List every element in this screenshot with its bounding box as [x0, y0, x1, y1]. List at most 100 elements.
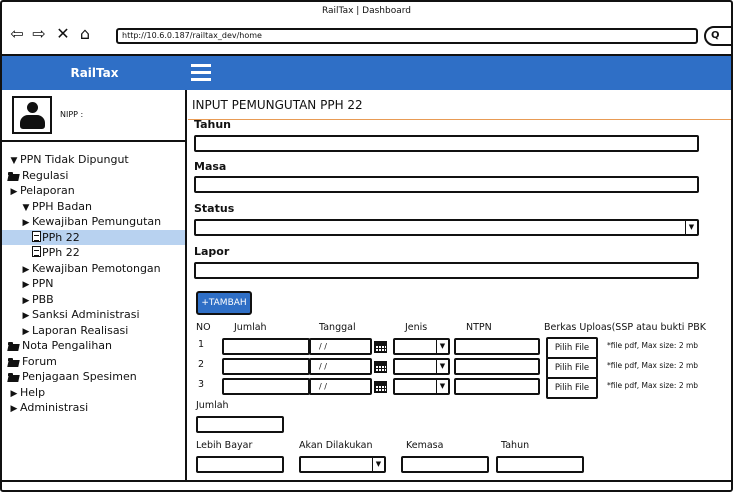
top-bar: [187, 56, 731, 90]
choose-file-button[interactable]: Pilih File: [546, 337, 598, 359]
status-label: Status: [194, 202, 235, 215]
sidebar-item[interactable]: PPh 22: [2, 229, 185, 245]
choose-file-button[interactable]: Pilih File: [546, 377, 598, 399]
sidebar-item-label: Kewajiban Pemotongan: [32, 261, 161, 275]
jumlah-input[interactable]: [222, 358, 310, 375]
tanggal-input[interactable]: / /: [309, 378, 372, 395]
tambah-button[interactable]: +TAMBAH: [196, 291, 252, 315]
page-title: INPUT PEMUNGUTAN PPH 22: [192, 98, 363, 112]
lapor-label: Lapor: [194, 245, 230, 258]
jumlah-total-input[interactable]: [196, 416, 284, 433]
sidebar-item-label: Sanksi Administrasi: [32, 308, 140, 321]
sidebar-item-label: PPh 22: [42, 230, 80, 244]
brand-logo: RailTax: [2, 56, 187, 90]
sidebar-item[interactable]: ▶ Pelaporan: [2, 183, 185, 199]
jumlah-total-label: Jumlah: [196, 400, 229, 411]
file-note: *file pdf, Max size: 2 mb: [607, 361, 699, 370]
sidebar-item[interactable]: ▶ Kewajiban Pemotongan: [2, 261, 185, 277]
main-content: INPUT PEMUNGUTAN PPH 22 Tahun Masa Statu…: [188, 90, 731, 480]
sidebar-item[interactable]: ▶ Laporan Realisasi: [2, 323, 185, 339]
akan-dilakukan-select[interactable]: ▼: [299, 456, 386, 473]
sidebar-item[interactable]: ▼ PPN Tidak Dipungut: [2, 152, 185, 168]
calendar-icon[interactable]: [373, 379, 388, 394]
sidebar-item-label: PBB: [32, 292, 54, 306]
col-header-jenis: Jenis: [405, 322, 428, 333]
tahun-bottom-label: Tahun: [501, 440, 530, 451]
lapor-input[interactable]: [194, 262, 699, 279]
lebih-bayar-label: Lebih Bayar: [196, 440, 253, 451]
calendar-icon[interactable]: [373, 359, 388, 374]
sidebar-item[interactable]: ▶ Help: [2, 385, 185, 401]
sidebar-item[interactable]: Penjagaan Spesimen: [2, 369, 185, 385]
tanggal-input[interactable]: / /: [309, 338, 372, 355]
choose-file-button[interactable]: Pilih File: [546, 357, 598, 379]
file-icon: [32, 230, 41, 242]
sidebar-item[interactable]: ▶ Sanksi Administrasi: [2, 307, 185, 323]
sidebar-item-label: PPh 22: [42, 246, 80, 259]
close-icon[interactable]: ✕: [54, 25, 72, 43]
sidebar-item[interactable]: ▶ Administrasi: [2, 400, 185, 416]
tahun-bottom-input[interactable]: [496, 456, 584, 473]
jenis-select[interactable]: ▼: [393, 378, 450, 395]
sidebar-item-label: Penjagaan Spesimen: [22, 370, 137, 383]
sidebar-item-label: Administrasi: [20, 401, 89, 414]
col-header-tanggal: Tanggal: [319, 322, 356, 333]
status-select[interactable]: ▼: [194, 219, 699, 236]
jumlah-input[interactable]: [222, 378, 310, 395]
sidebar-item[interactable]: ▶ PBB: [2, 292, 185, 308]
row-number: 2: [198, 359, 205, 370]
status-bar: [2, 480, 731, 490]
title-underline: [188, 119, 731, 120]
forward-icon[interactable]: ⇨: [30, 25, 48, 43]
sidebar-item[interactable]: ▶ Kewajiban Pemungutan: [2, 214, 185, 230]
folder-icon: [8, 357, 20, 366]
sidebar-item-label: PPN: [32, 277, 54, 290]
sidebar-item-label: Forum: [22, 354, 57, 368]
tahun-label: Tahun: [194, 118, 232, 131]
jumlah-input[interactable]: [222, 338, 310, 355]
sidebar-item-label: Laporan Realisasi: [32, 323, 129, 337]
jenis-select[interactable]: ▼: [393, 338, 450, 355]
ntpn-input[interactable]: [454, 358, 540, 375]
sidebar-item-label: PPN Tidak Dipungut: [20, 153, 129, 166]
sidebar: NIPP : ▼ PPN Tidak Dipungut Regulasi ▶ Pelap…: [2, 90, 187, 480]
tanggal-input[interactable]: / /: [309, 358, 372, 375]
nipp-label: NIPP :: [60, 110, 84, 119]
sidebar-item-label: Nota Pengalihan: [22, 339, 113, 352]
kemasa-label: Kemasa: [406, 440, 444, 451]
address-bar[interactable]: http://10.6.0.187/railtax_dev/home: [116, 28, 698, 44]
back-icon[interactable]: ⇦: [8, 25, 26, 43]
avatar: [12, 96, 52, 134]
masa-input[interactable]: [194, 176, 699, 193]
calendar-icon[interactable]: [373, 339, 388, 354]
file-note: *file pdf, Max size: 2 mb: [607, 341, 699, 350]
masa-label: Masa: [194, 160, 227, 173]
user-profile: NIPP :: [2, 90, 185, 142]
folder-icon: [8, 171, 20, 180]
sidebar-item[interactable]: PPh 22: [2, 245, 185, 261]
search-button[interactable]: Q: [704, 26, 731, 46]
akan-dilakukan-label: Akan Dilakukan: [299, 440, 373, 451]
sidebar-item[interactable]: Nota Pengalihan: [2, 338, 185, 354]
col-header-berkas: Berkas Uploas(SSP atau bukti PBK: [544, 322, 706, 333]
ntpn-input[interactable]: [454, 378, 540, 395]
chevron-down-icon: ▼: [436, 360, 448, 373]
col-header-no: NO: [196, 322, 211, 333]
sidebar-tree: ▼ PPN Tidak Dipungut Regulasi ▶ Pelaporan ▼ PP…: [2, 152, 185, 416]
tahun-input[interactable]: [194, 135, 699, 152]
caret-right-icon[interactable]: ▶: [8, 402, 20, 417]
jenis-select[interactable]: ▼: [393, 358, 450, 375]
chevron-down-icon: ▼: [436, 380, 448, 393]
lebih-bayar-input[interactable]: [196, 456, 284, 473]
hamburger-menu-icon[interactable]: [191, 64, 211, 82]
sidebar-item[interactable]: Forum: [2, 354, 185, 370]
home-icon[interactable]: ⌂: [76, 25, 94, 43]
sidebar-item-label: Pelaporan: [20, 184, 75, 197]
kemasa-input[interactable]: [401, 456, 489, 473]
sidebar-item-label: PPH Badan: [32, 199, 93, 213]
sidebar-item[interactable]: ▶ PPN: [2, 276, 185, 292]
sidebar-item[interactable]: ▼ PPH Badan: [2, 199, 185, 215]
chevron-down-icon: ▼: [436, 340, 448, 353]
ntpn-input[interactable]: [454, 338, 540, 355]
sidebar-item[interactable]: Regulasi: [2, 168, 185, 184]
